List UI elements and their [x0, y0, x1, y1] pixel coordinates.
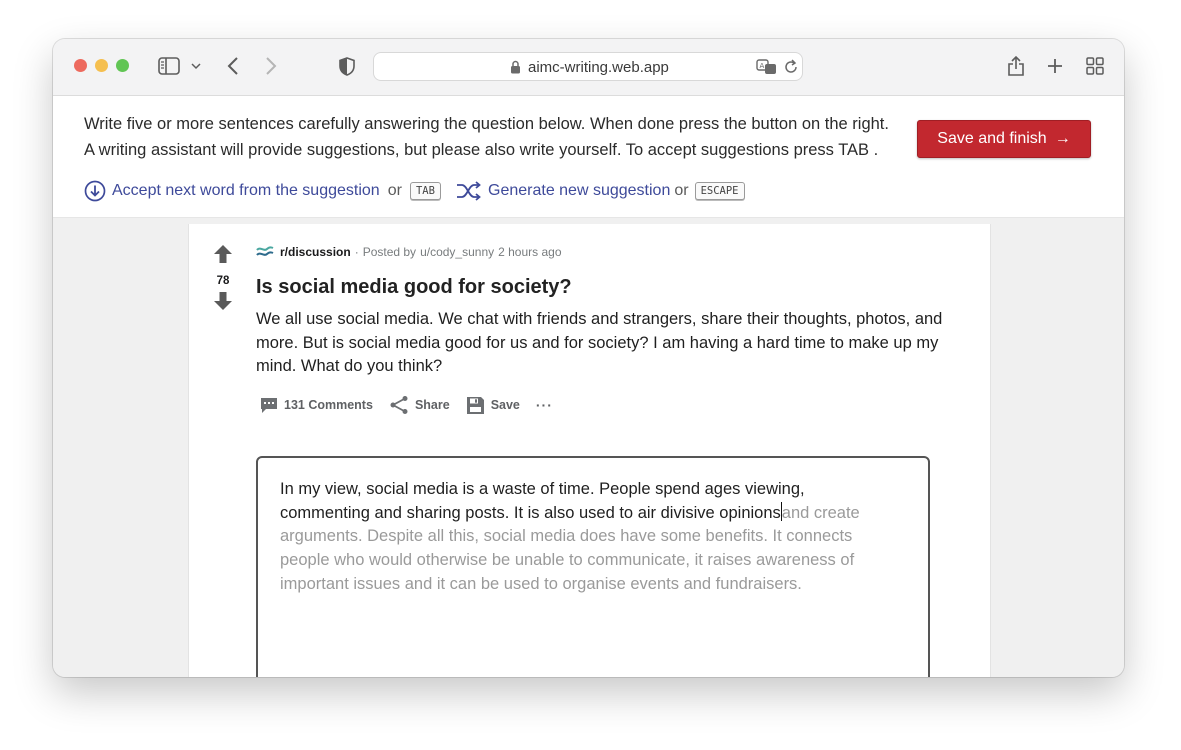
floppy-disk-icon: [466, 396, 485, 415]
shuffle-icon: [456, 181, 482, 201]
instructions-line-2: A writing assistant will provide suggest…: [84, 141, 879, 159]
generate-new-suggestion-link[interactable]: Generate new suggestion: [488, 182, 670, 200]
comments-count: 131 Comments: [284, 398, 373, 412]
save-and-finish-button[interactable]: Save and finish →: [917, 120, 1091, 158]
comment-icon: [260, 397, 278, 414]
posted-by-label: Posted by: [362, 245, 417, 259]
typed-text: In my view, social media is a waste of t…: [280, 480, 805, 522]
lock-icon: [510, 60, 521, 79]
share-icon[interactable]: [1005, 53, 1027, 79]
browser-toolbar: aimc-writing.web.app A: [53, 39, 1124, 96]
post-body: We all use social media. We chat with fr…: [256, 310, 943, 375]
editor-content[interactable]: In my view, social media is a waste of t…: [280, 478, 890, 597]
accept-next-word-link[interactable]: Accept next word from the suggestion: [112, 182, 380, 200]
chevron-right-icon[interactable]: [261, 53, 281, 79]
downvote-arrow-icon[interactable]: [211, 291, 235, 316]
more-options-button[interactable]: ···: [536, 397, 553, 413]
zoom-window-button[interactable]: [116, 59, 129, 72]
meta-separator: ·: [354, 245, 359, 259]
grid-icon[interactable]: [1084, 53, 1106, 79]
save-post-button[interactable]: Save: [466, 396, 520, 415]
vote-count: 78: [216, 275, 230, 287]
tab-key-badge: TAB: [409, 182, 441, 200]
comments-button[interactable]: 131 Comments: [260, 397, 373, 414]
subreddit-icon: [256, 245, 274, 259]
post-title: Is social media good for society?: [256, 276, 572, 298]
translate-icon[interactable]: A: [756, 58, 778, 81]
share-label: Share: [414, 398, 450, 412]
chevron-down-icon[interactable]: [189, 53, 203, 79]
browser-window: aimc-writing.web.app A Write five or mor…: [53, 39, 1124, 677]
address-bar[interactable]: aimc-writing.web.app A: [373, 52, 803, 81]
svg-text:A: A: [760, 62, 765, 70]
post-meta: r/discussion · Posted by u/cody_sunny 2 …: [256, 243, 562, 261]
upvote-arrow-icon[interactable]: [211, 244, 235, 269]
subreddit-link[interactable]: r/discussion: [280, 245, 351, 259]
minimize-window-button[interactable]: [95, 59, 108, 72]
share-button[interactable]: Share: [389, 395, 450, 415]
post-time: 2 hours ago: [498, 245, 562, 259]
escape-key-badge: ESCAPE: [694, 182, 745, 200]
share-nodes-icon: [389, 395, 409, 415]
close-window-button[interactable]: [74, 59, 87, 72]
sidebar-icon[interactable]: [157, 53, 181, 79]
save-button-label: Save and finish: [937, 130, 1047, 147]
generate-hint: Generate new suggestion or ESCAPE: [456, 180, 745, 202]
post-card: 78 r/discussion · Posted by u/cody_sunny…: [188, 224, 991, 677]
shield-icon[interactable]: [337, 53, 357, 79]
plus-icon[interactable]: [1045, 53, 1065, 79]
more-dots-icon: ···: [535, 397, 553, 413]
vote-column: 78: [211, 244, 235, 316]
arrow-down-circle-icon: [84, 180, 106, 202]
post-actions: 131 Comments Share Save ···: [260, 395, 569, 415]
accept-hint: Accept next word from the suggestion or …: [84, 180, 441, 202]
author-link[interactable]: u/cody_sunny: [420, 245, 494, 259]
hint-or-text: or: [674, 182, 689, 199]
reload-icon[interactable]: [784, 59, 798, 80]
save-label: Save: [490, 398, 520, 412]
response-editor[interactable]: In my view, social media is a waste of t…: [256, 456, 930, 677]
instructions-panel: Write five or more sentences carefully a…: [53, 96, 1124, 218]
web-page: Write five or more sentences carefully a…: [53, 96, 1124, 677]
arrow-right-icon: →: [1054, 130, 1071, 147]
url-text: aimc-writing.web.app: [528, 59, 669, 76]
chevron-left-icon[interactable]: [223, 53, 243, 79]
instructions-line-1: Write five or more sentences carefully a…: [84, 115, 889, 133]
hint-or-text: or: [387, 182, 402, 199]
